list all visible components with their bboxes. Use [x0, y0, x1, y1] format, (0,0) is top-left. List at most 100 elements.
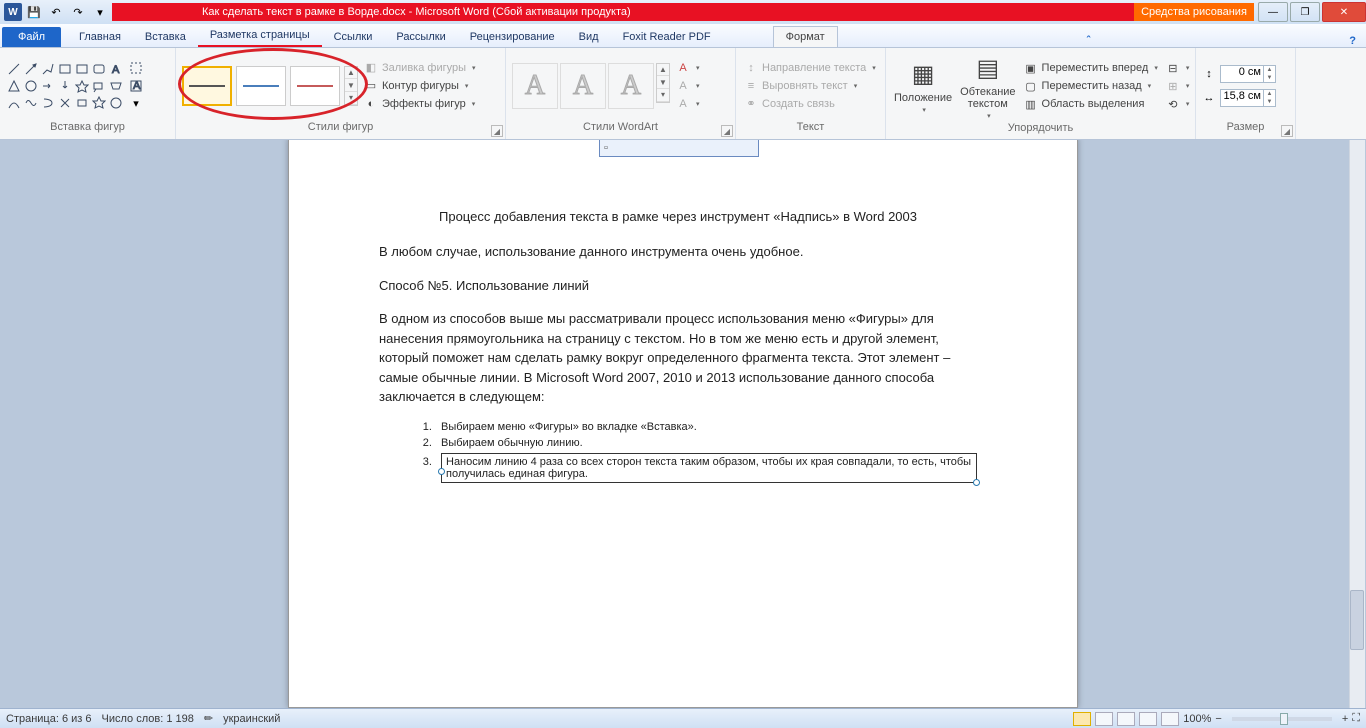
- scrollbar-thumb[interactable]: [1350, 590, 1364, 650]
- quick-access-toolbar: W 💾 ↶ ↷ ▾: [0, 2, 110, 22]
- word-count[interactable]: Число слов: 1 198: [102, 713, 194, 725]
- group-label: Стили WordArt: [512, 121, 729, 137]
- edit-shape-button[interactable]: [128, 60, 144, 76]
- redo-button[interactable]: ↷: [68, 2, 88, 22]
- shape-effects-button[interactable]: ◐Эффекты фигур▾: [362, 96, 478, 112]
- fullscreen-toggle[interactable]: ⛶: [1352, 712, 1360, 725]
- wordart-gallery-scroll[interactable]: ▲▼▾: [656, 63, 670, 103]
- text-box-button[interactable]: A: [128, 78, 144, 94]
- tab-home[interactable]: Главная: [67, 27, 133, 47]
- position-button[interactable]: ▦Положение▾: [892, 56, 954, 116]
- zoom-level[interactable]: 100%: [1183, 713, 1211, 725]
- group-button[interactable]: ⊞▾: [1164, 78, 1192, 94]
- group-label: Текст: [742, 121, 879, 137]
- width-icon: ↔: [1202, 91, 1216, 105]
- group-label: Упорядочить: [892, 122, 1189, 137]
- language-indicator[interactable]: украинский: [223, 713, 280, 725]
- list-item: Наносим линию 4 раза со всех сторон текс…: [435, 453, 977, 483]
- wordart-item[interactable]: A: [560, 63, 606, 109]
- align-button[interactable]: ⊟▾: [1164, 60, 1192, 76]
- tab-references[interactable]: Ссылки: [322, 27, 385, 47]
- tab-view[interactable]: Вид: [567, 27, 611, 47]
- document-area[interactable]: ▫ Процесс добавления текста в рамке чере…: [0, 140, 1366, 708]
- minimize-button[interactable]: —: [1258, 2, 1288, 22]
- wordart-gallery[interactable]: A A A ▲▼▾: [512, 63, 670, 109]
- group-wordart-styles: A A A ▲▼▾ A▾ A▾ A▾ Стили WordArt ◢: [506, 48, 736, 139]
- text-outline-button[interactable]: A▾: [674, 78, 702, 94]
- shapes-more-button[interactable]: ▾: [128, 96, 144, 112]
- draft-view[interactable]: [1161, 712, 1179, 726]
- status-bar: Страница: 6 из 6 Число слов: 1 198 ✏ укр…: [0, 708, 1366, 728]
- group-label: Размер: [1202, 121, 1289, 137]
- help-button[interactable]: ?: [1349, 35, 1366, 47]
- outline-view[interactable]: [1139, 712, 1157, 726]
- tab-mailings[interactable]: Рассылки: [384, 27, 457, 47]
- selected-line-shape[interactable]: Наносим линию 4 раза со всех сторон текс…: [441, 453, 977, 483]
- wordart-item[interactable]: A: [512, 63, 558, 109]
- text-effects-button[interactable]: A▾: [674, 96, 702, 112]
- selection-pane-button[interactable]: ▥Область выделения: [1022, 96, 1160, 112]
- group-arrange: ▦Положение▾ ▤Обтекание текстом▾ ▣Перемес…: [886, 48, 1196, 139]
- zoom-slider[interactable]: [1232, 717, 1332, 721]
- width-field[interactable]: ↔ 15,8 см▲▼: [1202, 89, 1276, 107]
- ribbon: A A ▾ Вставка фигур: [0, 48, 1366, 140]
- rotate-button[interactable]: ⟲▾: [1164, 96, 1192, 112]
- group-shape-styles: ▲▼▾ ◧Заливка фигуры▾ ▭Контур фигуры▾ ◐Эф…: [176, 48, 506, 139]
- tab-review[interactable]: Рецензирование: [458, 27, 567, 47]
- group-label: Стили фигур: [182, 121, 499, 137]
- tab-insert[interactable]: Вставка: [133, 27, 198, 47]
- height-field[interactable]: ↕ 0 см▲▼: [1202, 65, 1276, 83]
- dialog-launcher[interactable]: ◢: [1281, 125, 1293, 137]
- window-controls: — ❐ ✕: [1256, 2, 1366, 22]
- style-item-1[interactable]: [182, 66, 232, 106]
- shape-outline-button[interactable]: ▭Контур фигуры▾: [362, 78, 478, 94]
- tab-file[interactable]: Файл: [2, 27, 61, 47]
- minimize-ribbon-button[interactable]: ˆ: [1087, 35, 1101, 47]
- doc-heading: Процесс добавления текста в рамке через …: [379, 209, 977, 224]
- doc-list: Выбираем меню «Фигуры» во вкладке «Встав…: [435, 421, 977, 483]
- shape-style-gallery[interactable]: ▲▼▾: [182, 66, 358, 106]
- page-indicator[interactable]: Страница: 6 из 6: [6, 713, 92, 725]
- text-fill-button[interactable]: A▾: [674, 60, 702, 76]
- group-insert-shapes: A A ▾ Вставка фигур: [0, 48, 176, 139]
- tab-page-layout[interactable]: Разметка страницы: [198, 25, 322, 47]
- web-layout-view[interactable]: [1117, 712, 1135, 726]
- group-size: ↕ 0 см▲▼ ↔ 15,8 см▲▼ Размер ◢: [1196, 48, 1296, 139]
- fullscreen-view[interactable]: [1095, 712, 1113, 726]
- doc-paragraph: В любом случае, использование данного ин…: [379, 242, 977, 262]
- vertical-scrollbar[interactable]: [1349, 140, 1365, 708]
- style-item-2[interactable]: [236, 66, 286, 106]
- page: ▫ Процесс добавления текста в рамке чере…: [288, 140, 1078, 708]
- print-layout-view[interactable]: [1073, 712, 1091, 726]
- zoom-out-button[interactable]: −: [1215, 713, 1221, 725]
- contextual-tab-label: Средства рисования: [1134, 3, 1254, 21]
- group-label: Вставка фигур: [6, 121, 169, 137]
- window-title: Как сделать текст в рамке в Ворде.docx -…: [112, 3, 1254, 21]
- bring-forward-button[interactable]: ▣Переместить вперед▾: [1022, 60, 1160, 76]
- style-item-3[interactable]: [290, 66, 340, 106]
- dialog-launcher[interactable]: ◢: [491, 125, 503, 137]
- wrap-text-button[interactable]: ▤Обтекание текстом▾: [958, 50, 1017, 122]
- shape-fill-button[interactable]: ◧Заливка фигуры▾: [362, 60, 478, 76]
- doc-paragraph: В одном из способов выше мы рассматривал…: [379, 309, 977, 407]
- send-backward-button[interactable]: ▢Переместить назад▾: [1022, 78, 1160, 94]
- style-gallery-scroll[interactable]: ▲▼▾: [344, 66, 358, 106]
- undo-button[interactable]: ↶: [46, 2, 66, 22]
- save-button[interactable]: 💾: [24, 2, 44, 22]
- spellcheck-icon[interactable]: ✏: [204, 712, 213, 725]
- create-link-button[interactable]: ⚭Создать связь: [742, 96, 878, 112]
- text-direction-button[interactable]: ↕Направление текста▾: [742, 60, 878, 76]
- list-item: Выбираем меню «Фигуры» во вкладке «Встав…: [435, 421, 977, 433]
- qat-more-button[interactable]: ▾: [90, 2, 110, 22]
- tab-format[interactable]: Формат: [773, 26, 838, 47]
- shapes-gallery[interactable]: A: [6, 61, 124, 111]
- zoom-in-button[interactable]: +: [1342, 713, 1348, 725]
- wordart-item[interactable]: A: [608, 63, 654, 109]
- close-button[interactable]: ✕: [1322, 2, 1366, 22]
- maximize-button[interactable]: ❐: [1290, 2, 1320, 22]
- dialog-launcher[interactable]: ◢: [721, 125, 733, 137]
- tab-foxit[interactable]: Foxit Reader PDF: [611, 27, 723, 47]
- align-text-button[interactable]: ≡Выровнять текст▾: [742, 78, 878, 94]
- ribbon-tabs: Файл Главная Вставка Разметка страницы С…: [0, 24, 1366, 48]
- embedded-header-remnant: ▫: [599, 140, 759, 157]
